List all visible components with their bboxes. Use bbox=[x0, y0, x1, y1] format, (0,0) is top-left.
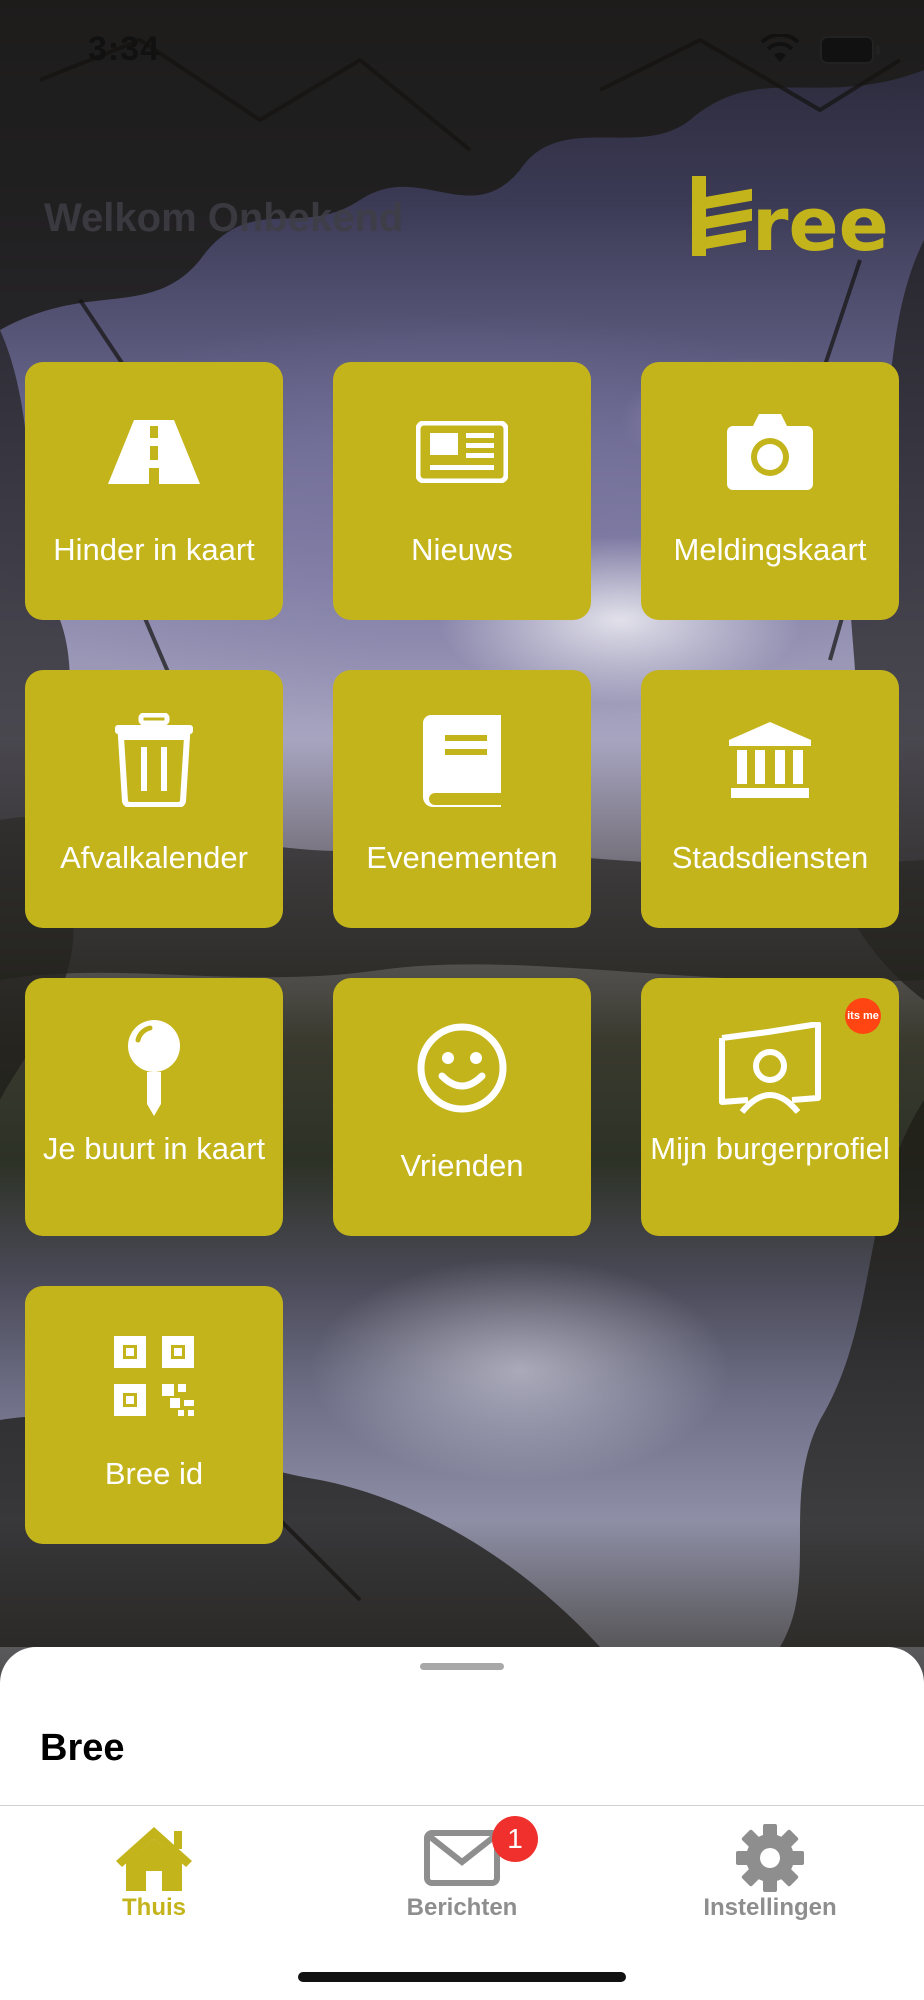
tile-meldingskaart[interactable]: Meldingskaart bbox=[641, 362, 899, 620]
profile-card-icon bbox=[641, 1018, 899, 1118]
tile-nieuws[interactable]: Nieuws bbox=[333, 362, 591, 620]
battery-icon bbox=[820, 36, 880, 64]
tile-stadsdiensten[interactable]: Stadsdiensten bbox=[641, 670, 899, 928]
tile-label: Bree id bbox=[104, 1456, 204, 1491]
tile-vrienden[interactable]: Vrienden bbox=[333, 978, 591, 1236]
tab-label: Berichten bbox=[406, 1894, 518, 1921]
tile-label: Afvalkalender bbox=[60, 840, 248, 875]
welcome-text: Welkom Onbekend bbox=[44, 196, 404, 240]
tile-label: Stadsdiensten bbox=[671, 840, 869, 875]
smiley-icon bbox=[333, 1018, 591, 1118]
bree-logo: ree bbox=[692, 176, 888, 262]
trash-icon bbox=[25, 710, 283, 810]
tile-je-buurt-in-kaart[interactable]: Je buurt in kaart bbox=[25, 978, 283, 1236]
tile-label: Evenementen bbox=[366, 840, 558, 875]
tab-bar: Thuis 1 Berichten Instellingen bbox=[0, 1806, 924, 2000]
mail-icon bbox=[308, 1818, 616, 1898]
status-time: 3:34 bbox=[88, 30, 161, 68]
camera-icon bbox=[641, 402, 899, 502]
tile-bree-id[interactable]: Bree id bbox=[25, 1286, 283, 1544]
home-indicator[interactable] bbox=[298, 1972, 626, 1982]
tile-label: Je buurt in kaart bbox=[42, 1131, 266, 1166]
bottom-sheet[interactable]: Bree bbox=[0, 1647, 924, 1807]
tab-thuis[interactable]: Thuis bbox=[0, 1806, 308, 1936]
tab-instellingen[interactable]: Instellingen bbox=[616, 1806, 924, 1936]
tab-label: Instellingen bbox=[703, 1894, 837, 1921]
newspaper-icon bbox=[333, 402, 591, 502]
bank-icon bbox=[641, 710, 899, 810]
map-pin-icon bbox=[25, 1018, 283, 1118]
gear-icon bbox=[616, 1818, 924, 1898]
sheet-title: Bree bbox=[40, 1727, 125, 1769]
wifi-icon bbox=[760, 34, 800, 62]
svg-text:ree: ree bbox=[752, 182, 888, 262]
sheet-drag-handle[interactable] bbox=[420, 1663, 504, 1670]
tile-afvalkalender[interactable]: Afvalkalender bbox=[25, 670, 283, 928]
home-icon bbox=[0, 1818, 308, 1898]
tile-label: Meldingskaart bbox=[673, 532, 867, 567]
tab-label: Thuis bbox=[122, 1894, 186, 1921]
qr-code-icon bbox=[25, 1326, 283, 1426]
tile-hinder-in-kaart[interactable]: Hinder in kaart bbox=[25, 362, 283, 620]
book-icon bbox=[333, 710, 591, 810]
tile-label: Nieuws bbox=[411, 532, 513, 567]
tile-label: Vrienden bbox=[400, 1148, 524, 1183]
unread-badge: 1 bbox=[492, 1816, 538, 1862]
tile-evenementen[interactable]: Evenementen bbox=[333, 670, 591, 928]
tile-label: Mijn burgerprofiel bbox=[650, 1131, 890, 1166]
road-icon bbox=[25, 402, 283, 502]
tab-berichten[interactable]: 1 Berichten bbox=[308, 1806, 616, 1936]
tile-label: Hinder in kaart bbox=[53, 532, 255, 567]
tile-mijn-burgerprofiel[interactable]: its me Mijn burgerprofiel bbox=[641, 978, 899, 1236]
